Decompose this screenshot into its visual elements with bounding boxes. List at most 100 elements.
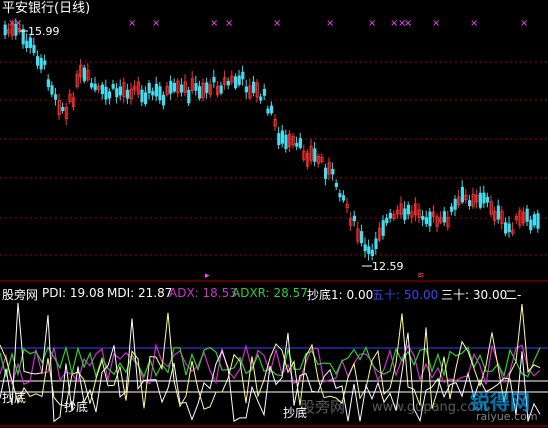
candle-body [449, 206, 454, 212]
candle-body [140, 89, 144, 103]
fifty-value: 五十: 50.00 [372, 288, 439, 302]
signal-x-icon: × [225, 18, 233, 29]
period-marker-icon: ▸ [205, 271, 210, 281]
candle-body [525, 208, 529, 222]
candle-body [313, 148, 317, 162]
candle-body [359, 231, 364, 244]
candle-body [158, 86, 162, 101]
candle-body [61, 106, 65, 112]
signal-x-icon: × [210, 18, 218, 29]
twenty-value: 二- [505, 288, 522, 302]
candle-body [226, 80, 230, 86]
candle-body [507, 223, 511, 233]
candle-body [143, 92, 148, 105]
candle-body [385, 217, 389, 224]
signal-x-icon: × [368, 18, 376, 29]
low-price-label: 12.59 [362, 260, 404, 273]
candle-body [460, 186, 465, 203]
high-price-text: 15.99 [28, 25, 60, 38]
candle-body [388, 212, 393, 219]
candle-body [21, 29, 25, 45]
indicator-name: 股旁网 [2, 288, 39, 302]
signal-x-icon: × [128, 18, 136, 29]
candle-body [32, 44, 36, 53]
candle-body [478, 192, 483, 208]
signal-x-icon: × [432, 18, 440, 29]
candle-body [295, 142, 299, 147]
candle-body [212, 76, 216, 83]
candle-body [172, 82, 176, 92]
stock-chart[interactable]: ×× × × × × × × × × ×× × × × 15.99 12.59 ▸ ≋ [0, 0, 548, 428]
candle-body [374, 238, 378, 249]
candle-body [485, 196, 490, 203]
candle-body [442, 211, 447, 223]
signal-x-icon: × [326, 18, 334, 29]
candle-body [161, 94, 166, 106]
chaodi-annotation: 抄底 [2, 391, 27, 405]
candle-body [406, 204, 411, 215]
chaodi-annotation: 抄底 [64, 400, 89, 414]
candle-body [233, 76, 238, 89]
candle-body [36, 56, 40, 66]
candle-body [467, 200, 472, 206]
candle-body [503, 222, 508, 234]
candle-body [266, 108, 270, 114]
candle-body [205, 82, 209, 93]
candle-body [277, 133, 281, 146]
candle-body [118, 86, 122, 96]
signal-markers: ×× × × × × × × × × ×× × × × [8, 18, 528, 29]
candle-body [536, 213, 540, 229]
candle-body [25, 40, 29, 48]
candle-body [169, 80, 173, 94]
candle-body [104, 86, 108, 100]
low-price-text: 12.59 [372, 260, 404, 273]
candle-body [46, 79, 51, 88]
candle-body [115, 88, 119, 98]
candle-body [381, 220, 385, 236]
candle-body [424, 217, 429, 225]
candle-body [3, 24, 7, 36]
candle-body [108, 91, 112, 99]
period-marker-icon: ≋ [417, 271, 425, 281]
candle-body [259, 96, 263, 101]
candle-body [370, 249, 375, 256]
candle-body [151, 91, 155, 96]
chart-title: 平安银行(日线) [2, 1, 91, 16]
candle-body [341, 195, 346, 201]
candle-body [482, 192, 486, 204]
watermark: raiyue.com [476, 410, 538, 423]
candle-body [532, 214, 537, 226]
candle-body [241, 71, 245, 80]
price-grid [0, 61, 548, 256]
adx-line [0, 342, 541, 386]
signal-x-icon: × [470, 18, 478, 29]
candle-body [237, 75, 241, 85]
candle-body [367, 246, 371, 254]
candle-body [90, 83, 94, 88]
signal-x-icon: × [404, 18, 412, 29]
candle-body [82, 67, 86, 82]
candle-body [194, 83, 198, 91]
candle-body [154, 83, 158, 97]
candle-body [39, 57, 43, 70]
candle-body [28, 37, 33, 48]
candle-body [331, 169, 335, 175]
candle-body [244, 86, 248, 93]
candle-body [54, 94, 58, 100]
candle-body [496, 205, 501, 220]
candle-body [529, 219, 533, 231]
candle-body [428, 211, 432, 227]
candle-body [111, 84, 115, 89]
signal-x-icon: × [273, 18, 281, 29]
chaodi-value: 抄底1: 0.00 [307, 288, 374, 302]
candle-body [126, 89, 130, 99]
adxr-value: ADXR: 28.57 [232, 286, 308, 300]
candle-body [334, 183, 339, 187]
candle-body [453, 198, 457, 210]
mdi-value: MDI: 21.87 [107, 286, 173, 300]
candle-body [147, 82, 151, 94]
indicator-legend: 股旁网 PDI: 19.08 MDI: 21.87 ADX: 18.53 ADX… [0, 285, 548, 302]
candle-body [363, 244, 367, 252]
candle-body [269, 105, 274, 114]
thirty-value: 三十: 30.00 [441, 288, 508, 302]
